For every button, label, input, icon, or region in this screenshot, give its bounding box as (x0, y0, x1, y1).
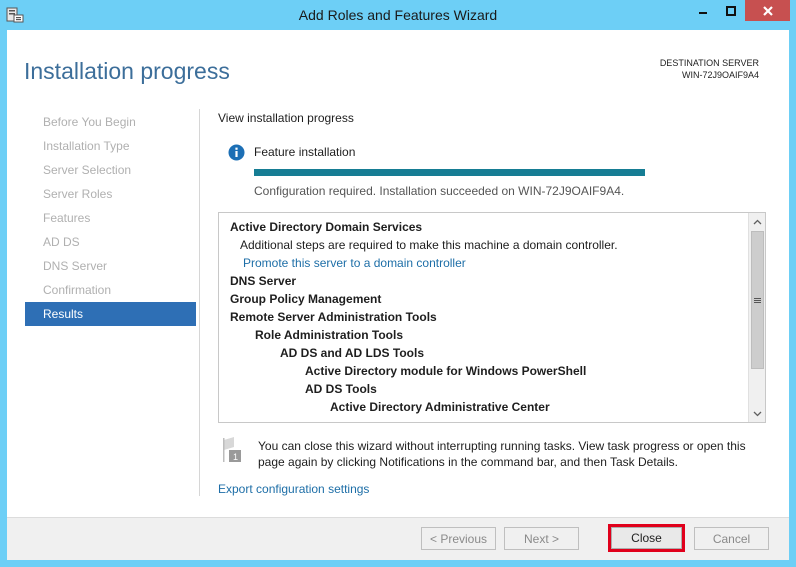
maximize-button[interactable] (717, 0, 744, 21)
maximize-icon (725, 5, 736, 16)
result-item: AD DS and AD LDS Tools (280, 346, 424, 360)
result-item: Additional steps are required to make th… (240, 238, 618, 252)
previous-button[interactable]: < Previous (421, 527, 496, 550)
progress-fill (254, 169, 645, 176)
destination-server-name: WIN-72J9OAIF9A4 (681, 70, 759, 80)
window-title: Add Roles and Features Wizard (298, 7, 498, 23)
result-item: Role Administration Tools (255, 328, 404, 342)
destination-label: DESTINATION SERVER (659, 58, 759, 68)
nav-item-before-you-begin: Before You Begin (43, 115, 136, 129)
wizard-step-nav: Before You Begin Installation Type Serve… (25, 110, 196, 326)
feature-installation-label: Feature installation (254, 145, 356, 159)
result-item: Remote Server Administration Tools (230, 310, 437, 324)
info-icon (228, 144, 245, 161)
result-item: AD DS Tools (305, 382, 377, 396)
nav-item-server-selection: Server Selection (43, 163, 132, 177)
results-list-content: Active Directory Domain Services Addition… (230, 218, 745, 416)
result-item: Active Directory module for Windows Powe… (305, 364, 587, 378)
close-icon (762, 5, 773, 16)
result-item: Active Directory Domain Services (230, 220, 423, 234)
results-list[interactable]: Active Directory Domain Services Addition… (218, 212, 766, 423)
installation-status-text: Configuration required. Installation suc… (254, 184, 625, 198)
result-item: DNS Server (230, 274, 297, 288)
wizard-client-area: Installation progress DESTINATION SERVER… (7, 30, 789, 560)
chevron-up-icon (753, 219, 762, 224)
notification-flag-icon: 1 (222, 437, 242, 463)
next-button[interactable]: Next > (504, 527, 579, 550)
cancel-button[interactable]: Cancel (694, 527, 769, 550)
destination-server-info: DESTINATION SERVER WIN-72J9OAIF9A4 (660, 57, 759, 81)
result-item: Active Directory Administrative Center (330, 400, 550, 414)
installation-progress-bar (254, 169, 645, 176)
svg-text:1: 1 (233, 452, 238, 462)
nav-item-dns-server: DNS Server (43, 259, 108, 273)
nav-item-results[interactable]: Results (25, 302, 196, 326)
chevron-down-icon (753, 411, 762, 416)
nav-item-confirmation: Confirmation (43, 283, 112, 297)
nav-item-installation-type: Installation Type (43, 139, 130, 153)
results-scrollbar[interactable] (748, 213, 765, 422)
promote-domain-controller-link[interactable]: Promote this server to a domain controll… (230, 254, 745, 272)
minimize-icon (698, 11, 707, 14)
nav-item-ad-ds: AD DS (43, 235, 80, 249)
scroll-thumb[interactable] (751, 231, 764, 369)
section-label: View installation progress (218, 111, 354, 125)
nav-divider (199, 109, 200, 496)
wizard-footer: < Previous Next > Close Cancel (7, 517, 789, 560)
nav-item-features: Features (43, 211, 91, 225)
scroll-up-button[interactable] (750, 214, 765, 229)
close-window-button[interactable] (745, 0, 790, 21)
result-item: Group Policy Management (230, 292, 382, 306)
minimize-button[interactable] (689, 0, 716, 21)
wizard-window: Add Roles and Features Wizard Installati… (0, 0, 796, 567)
title-bar[interactable]: Add Roles and Features Wizard (0, 0, 796, 30)
grip-icon (754, 297, 761, 303)
export-configuration-link[interactable]: Export configuration settings (218, 482, 369, 496)
close-button[interactable]: Close (611, 527, 682, 549)
nav-item-server-roles: Server Roles (43, 187, 113, 201)
page-title: Installation progress (24, 58, 230, 84)
scroll-down-button[interactable] (750, 406, 765, 421)
close-wizard-note: You can close this wizard without interr… (258, 439, 746, 469)
